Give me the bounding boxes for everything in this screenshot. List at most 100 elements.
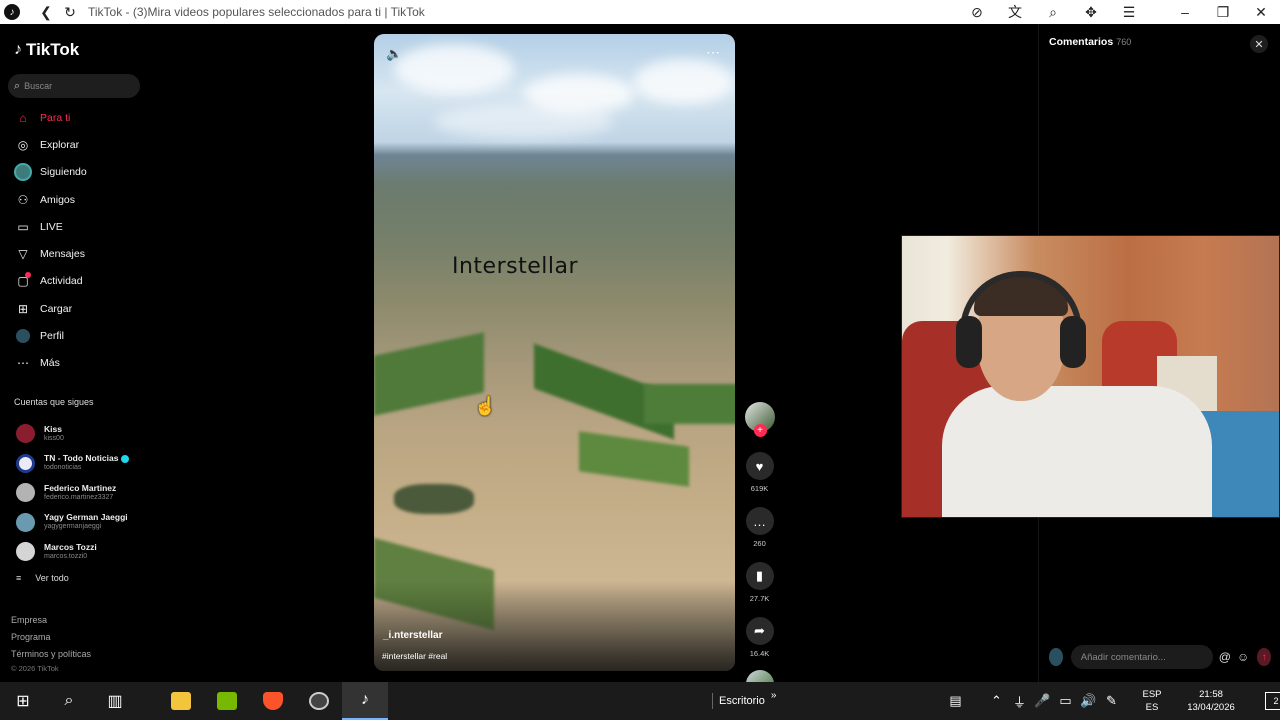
notifications-icon[interactable]: 2 (1265, 692, 1280, 710)
volume-icon[interactable]: 🔊 (1077, 693, 1100, 709)
nav-label: Para ti (40, 111, 71, 124)
system-tray: ▤ ⌃ ⏚ 🎤 ▭ 🔊 ✎ ESP ES 21:58 13/04/2026 2 (944, 682, 1280, 720)
video-author[interactable]: _i.nterstellar (383, 630, 442, 641)
account-name: Marcos Tozzi (44, 541, 97, 552)
user-avatar (1049, 648, 1063, 666)
brave-browser-icon[interactable] (250, 682, 296, 720)
pen-icon[interactable]: ✎ (1100, 693, 1123, 709)
main-nav: ⌂ Para ti ◎ Explorar Siguiendo ⚇ Amigos … (0, 104, 150, 377)
nav-item-para-ti[interactable]: ⌂ Para ti (0, 104, 150, 131)
zoom-icon[interactable]: ⌕ (1034, 0, 1072, 24)
following-item[interactable]: Marcos Tozzi marcos.tozzi0 (0, 537, 150, 567)
close-window-icon[interactable]: ✕ (1242, 0, 1280, 24)
comments-header: Comentarios 760 (1049, 36, 1131, 48)
comment-action[interactable]: … 260 (743, 507, 776, 548)
network-icon[interactable]: ▭ (1054, 693, 1077, 709)
news-widget-icon[interactable]: ▤ (944, 693, 967, 709)
video-cloud (394, 44, 514, 94)
nav-item-mensajes[interactable]: ▽ Mensajes (0, 240, 150, 267)
mention-icon[interactable]: @ (1219, 650, 1231, 664)
share-count: 16.4K (749, 649, 770, 658)
translate-icon[interactable]: 文 (996, 0, 1034, 24)
headphone-right (1060, 316, 1086, 368)
search-box[interactable]: ⌕ Buscar (8, 74, 140, 98)
extensions-icon[interactable]: ✥ (1072, 0, 1110, 24)
minimize-icon[interactable]: – (1166, 0, 1204, 24)
creator-avatar[interactable]: + (744, 402, 775, 437)
microphone-icon[interactable]: 🎤 (1031, 693, 1054, 709)
following-item[interactable]: Federico Martinez federico.martinez3327 (0, 478, 150, 508)
obs-icon[interactable] (296, 682, 342, 720)
comment-input[interactable] (1070, 645, 1213, 669)
search-input[interactable]: Buscar (24, 81, 52, 91)
comments-title: Comentarios (1049, 36, 1114, 48)
close-comments-icon[interactable]: ✕ (1250, 35, 1268, 53)
avatar (16, 542, 35, 562)
account-handle: marcos.tozzi0 (44, 552, 88, 560)
like-action[interactable]: ♥ 619K (743, 452, 776, 493)
no-tracking-icon[interactable]: ⊘ (958, 0, 996, 24)
emoji-icon[interactable]: ☺ (1237, 650, 1249, 664)
clock[interactable]: 21:58 13/04/2026 (1181, 688, 1241, 714)
following-item[interactable]: Yagy German Jaeggi yagygermanjaeggi (0, 508, 150, 538)
send-comment-icon[interactable]: ↑ (1257, 648, 1271, 666)
video-hashtags[interactable]: #interstellar #real (382, 651, 447, 661)
follow-plus-icon[interactable]: + (753, 424, 767, 437)
usb-icon[interactable]: ⏚ (1008, 692, 1031, 711)
nav-item-perfil[interactable]: Perfil (0, 322, 150, 349)
account-name-row: TN - Todo Noticias (44, 453, 130, 464)
mouse-cursor-icon: ☝ (474, 396, 497, 416)
comment-icon[interactable]: … (745, 507, 774, 535)
see-all-link[interactable]: ≡ Ver todo (16, 573, 69, 583)
video-field (644, 384, 735, 424)
taskbar: ⊞ ⌕ ▥ ♪ Escritorio » ▤ ⌃ ⏚ 🎤 ▭ 🔊 ✎ ESP E… (0, 682, 1280, 720)
file-explorer-icon[interactable] (158, 682, 204, 720)
nav-label: Actividad (40, 275, 83, 288)
task-view-icon[interactable]: ▥ (92, 682, 138, 720)
chevron-icon: » (770, 689, 777, 701)
nav-item-siguiendo[interactable]: Siguiendo (0, 159, 150, 186)
back-icon[interactable]: ❮ (34, 0, 58, 24)
nav-item-actividad[interactable]: ▢ Actividad (0, 268, 150, 295)
nav-item-mas[interactable]: ⋯ Más (0, 350, 150, 377)
account-name: TN - Todo Noticias (44, 453, 119, 464)
account-name: Yagy German Jaeggi (44, 512, 128, 523)
nav-item-live[interactable]: ▭ LIVE (0, 213, 150, 240)
footer-link-empresa[interactable]: Empresa (11, 612, 91, 629)
nav-item-amigos[interactable]: ⚇ Amigos (0, 186, 150, 213)
home-icon: ⌂ (19, 110, 27, 125)
comments-count: 760 (1116, 37, 1132, 47)
share-action[interactable]: ➦ 16.4K (743, 617, 776, 658)
show-hidden-icon[interactable]: ⌃ (985, 693, 1008, 709)
friends-icon: ⚇ (17, 192, 29, 207)
windows-start-icon[interactable]: ⊞ (0, 682, 46, 720)
verified-badge-icon (121, 454, 130, 463)
volume-icon[interactable]: 🔈 (386, 46, 402, 62)
footer-link-terminos[interactable]: Términos y políticas (11, 646, 91, 663)
nav-item-explorar[interactable]: ◎ Explorar (0, 131, 150, 158)
video-cloud (434, 104, 614, 139)
video-player[interactable]: 🔈 ⋯ Interstellar _i.nterstellar #interst… (374, 34, 735, 671)
tiktok-taskbar-icon[interactable]: ♪ (342, 682, 388, 720)
account-handle: kiss00 (44, 434, 64, 442)
maximize-icon[interactable]: ❐ (1204, 0, 1242, 24)
more-icon: ⋯ (17, 356, 29, 371)
following-item[interactable]: TN - Todo Noticias todonoticias (0, 449, 150, 479)
logo-text: TikTok (26, 40, 80, 59)
following-item[interactable]: Kiss kiss00 (0, 419, 150, 449)
menu-icon[interactable]: ☰ (1110, 0, 1148, 24)
share-icon[interactable]: ➦ (745, 617, 774, 645)
reload-icon[interactable]: ↻ (58, 0, 82, 24)
nvidia-icon[interactable] (204, 682, 250, 720)
tiktok-logo[interactable]: ♪ TikTok (14, 40, 79, 60)
footer-link-programa[interactable]: Programa (11, 629, 91, 646)
video-caption-overlay: Interstellar (452, 254, 579, 279)
save-action[interactable]: ▮ 27.7K (743, 562, 776, 603)
more-options-icon[interactable]: ⋯ (706, 44, 721, 61)
language-indicator[interactable]: ESP ES (1137, 688, 1167, 714)
desktop-toolbar[interactable]: Escritorio » (712, 682, 776, 720)
heart-icon[interactable]: ♥ (745, 452, 774, 480)
nav-item-cargar[interactable]: ⊞ Cargar (0, 295, 150, 322)
search-icon[interactable]: ⌕ (46, 682, 92, 720)
bookmark-icon[interactable]: ▮ (745, 562, 774, 590)
